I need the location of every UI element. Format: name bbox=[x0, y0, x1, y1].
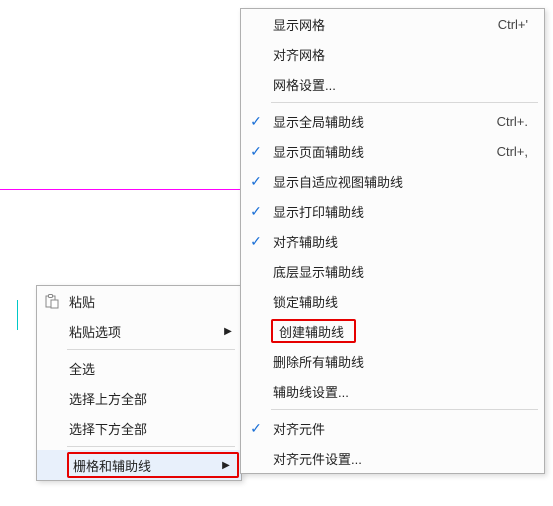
check-icon: ✓ bbox=[250, 234, 262, 248]
menu-item-label: 显示自适应视图辅助线 bbox=[271, 172, 538, 191]
menu-item-create-guides[interactable]: 创建辅助线 bbox=[241, 316, 544, 346]
menu-item-label: 对齐元件设置... bbox=[271, 449, 538, 468]
menu-separator bbox=[67, 446, 235, 447]
menu-item-grid-settings[interactable]: 网格设置... bbox=[241, 69, 544, 99]
menu-item-label: 辅助线设置... bbox=[271, 382, 538, 401]
menu-item-label: 对齐网格 bbox=[271, 45, 538, 64]
menu-item-label: 显示打印辅助线 bbox=[271, 202, 538, 221]
menu-item-delete-all-guides[interactable]: 删除所有辅助线 bbox=[241, 346, 544, 376]
menu-separator bbox=[67, 349, 235, 350]
menu-item-select-all[interactable]: 全选 bbox=[37, 353, 241, 383]
menu-item-show-global-guides[interactable]: ✓ 显示全局辅助线 Ctrl+. bbox=[241, 106, 544, 136]
menu-separator bbox=[271, 409, 538, 410]
check-icon: ✓ bbox=[250, 174, 262, 188]
menu-item-snap-guides[interactable]: ✓ 对齐辅助线 bbox=[241, 226, 544, 256]
menu-item-show-adaptive-guides[interactable]: ✓ 显示自适应视图辅助线 bbox=[241, 166, 544, 196]
menu-item-label: 选择上方全部 bbox=[67, 389, 235, 408]
menu-item-label: 网格设置... bbox=[271, 75, 538, 94]
menu-item-select-above[interactable]: 选择上方全部 bbox=[37, 383, 241, 413]
check-icon: ✓ bbox=[250, 114, 262, 128]
highlight-box: 创建辅助线 bbox=[271, 319, 356, 343]
menu-item-label: 粘贴 bbox=[67, 292, 235, 311]
menu-item-snap-widget-settings[interactable]: 对齐元件设置... bbox=[241, 443, 544, 473]
menu-item-label: 显示全局辅助线 bbox=[271, 112, 497, 131]
menu-item-show-grid[interactable]: 显示网格 Ctrl+' bbox=[241, 9, 544, 39]
menu-item-label: 对齐辅助线 bbox=[271, 232, 538, 251]
menu-item-label: 显示页面辅助线 bbox=[271, 142, 497, 161]
menu-item-shortcut: Ctrl+. bbox=[497, 114, 538, 129]
menu-item-show-page-guides[interactable]: ✓ 显示页面辅助线 Ctrl+, bbox=[241, 136, 544, 166]
menu-item-label: 对齐元件 bbox=[271, 419, 538, 438]
menu-item-snap-widgets[interactable]: ✓ 对齐元件 bbox=[241, 413, 544, 443]
menu-item-label: 全选 bbox=[67, 359, 235, 378]
menu-separator bbox=[271, 102, 538, 103]
menu-item-show-print-guides[interactable]: ✓ 显示打印辅助线 bbox=[241, 196, 544, 226]
menu-item-label: 创建辅助线 bbox=[277, 322, 344, 341]
menu-item-snap-grid[interactable]: 对齐网格 bbox=[241, 39, 544, 69]
menu-item-label: 显示网格 bbox=[271, 15, 498, 34]
paste-icon bbox=[44, 293, 60, 309]
check-icon: ✓ bbox=[250, 204, 262, 218]
menu-item-guides-back[interactable]: 底层显示辅助线 bbox=[241, 256, 544, 286]
context-menu: 粘贴 粘贴选项 ▶ 全选 选择上方全部 选择下方全部 栅格和辅助线 ▶ bbox=[36, 285, 242, 481]
menu-item-lock-guides[interactable]: 锁定辅助线 bbox=[241, 286, 544, 316]
menu-item-label: 底层显示辅助线 bbox=[271, 262, 538, 281]
menu-item-label: 粘贴选项 bbox=[67, 322, 221, 341]
menu-item-select-below[interactable]: 选择下方全部 bbox=[37, 413, 241, 443]
highlight-box: 栅格和辅助线 ▶ bbox=[67, 452, 239, 478]
submenu-arrow-icon: ▶ bbox=[221, 326, 235, 337]
menu-item-paste-options[interactable]: 粘贴选项 ▶ bbox=[37, 316, 241, 346]
menu-item-label: 删除所有辅助线 bbox=[271, 352, 538, 371]
submenu-arrow-icon: ▶ bbox=[219, 460, 233, 471]
menu-item-guide-settings[interactable]: 辅助线设置... bbox=[241, 376, 544, 406]
menu-item-shortcut: Ctrl+' bbox=[498, 17, 538, 32]
menu-item-label: 锁定辅助线 bbox=[271, 292, 538, 311]
vertical-guide bbox=[17, 300, 18, 330]
menu-item-paste[interactable]: 粘贴 bbox=[37, 286, 241, 316]
menu-item-label: 栅格和辅助线 bbox=[71, 456, 219, 475]
menu-item-grids-guides[interactable]: 栅格和辅助线 ▶ bbox=[37, 450, 241, 480]
horizontal-guide bbox=[0, 189, 240, 190]
check-icon: ✓ bbox=[250, 144, 262, 158]
menu-item-label: 选择下方全部 bbox=[67, 419, 235, 438]
check-icon: ✓ bbox=[250, 421, 262, 435]
grids-guides-submenu: 显示网格 Ctrl+' 对齐网格 网格设置... ✓ 显示全局辅助线 Ctrl+… bbox=[240, 8, 545, 474]
menu-item-shortcut: Ctrl+, bbox=[497, 144, 538, 159]
